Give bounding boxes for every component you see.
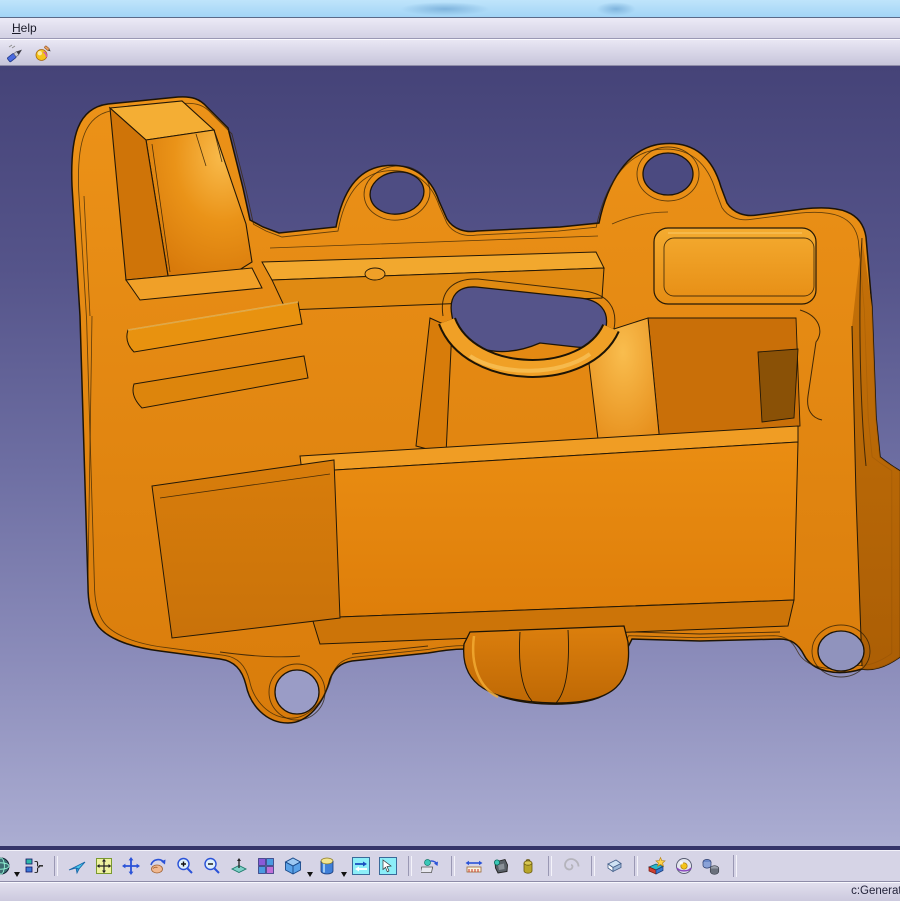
toolbar-separator: [634, 856, 638, 876]
swap-visible-space-icon[interactable]: [377, 855, 399, 877]
toolbar-separator: [54, 856, 58, 876]
measure-item-icon[interactable]: [490, 855, 512, 877]
multi-view-icon[interactable]: [255, 855, 277, 877]
viewport-3d[interactable]: [0, 66, 900, 846]
isometric-view-icon[interactable]: [282, 855, 304, 877]
toolbar-separator: [451, 856, 455, 876]
command-input[interactable]: c:Generate: [851, 885, 900, 897]
painter-icon[interactable]: [5, 42, 27, 64]
pan-icon[interactable]: [120, 855, 142, 877]
apply-material-icon[interactable]: [32, 42, 54, 64]
star-box-icon[interactable]: [646, 855, 668, 877]
fit-all-in-icon[interactable]: [93, 855, 115, 877]
dropdown-arrow-icon[interactable]: [341, 872, 347, 877]
normal-view-icon[interactable]: [228, 855, 250, 877]
menu-item-help[interactable]: Help: [4, 19, 45, 37]
zoom-in-icon[interactable]: [174, 855, 196, 877]
render-sphere-icon[interactable]: [673, 855, 695, 877]
dropdown-arrow-icon[interactable]: [14, 872, 20, 877]
zoom-out-icon[interactable]: [201, 855, 223, 877]
title-bar[interactable]: [0, 0, 900, 18]
title-smudge: [596, 2, 636, 16]
dual-cylinder-icon[interactable]: [700, 855, 722, 877]
measure-inertia-icon[interactable]: [517, 855, 539, 877]
title-smudge: [400, 2, 490, 16]
render-style-icon[interactable]: [316, 855, 338, 877]
svg-text:}: }: [34, 860, 42, 875]
part-model[interactable]: [0, 66, 900, 846]
top-toolbar: [0, 39, 900, 66]
rotate-icon[interactable]: [147, 855, 169, 877]
status-bar: c:Generate: [0, 881, 900, 901]
toolbar-end-groove: [733, 855, 737, 877]
toolbar-separator: [408, 856, 412, 876]
manipulation-icon[interactable]: [420, 855, 442, 877]
fly-mode-icon[interactable]: [66, 855, 88, 877]
toolbar-separator: [548, 856, 552, 876]
spiral-icon[interactable]: [560, 855, 582, 877]
clipped-globe-icon[interactable]: [0, 855, 11, 877]
measure-between-icon[interactable]: [463, 855, 485, 877]
menu-bar: Help: [0, 18, 900, 39]
design-table-icon[interactable]: }: [23, 855, 45, 877]
bottom-toolbar: }: [0, 846, 900, 881]
hide-show-icon[interactable]: [350, 855, 372, 877]
toolbar-separator: [591, 856, 595, 876]
eraser-icon[interactable]: [603, 855, 625, 877]
dropdown-arrow-icon[interactable]: [307, 872, 313, 877]
